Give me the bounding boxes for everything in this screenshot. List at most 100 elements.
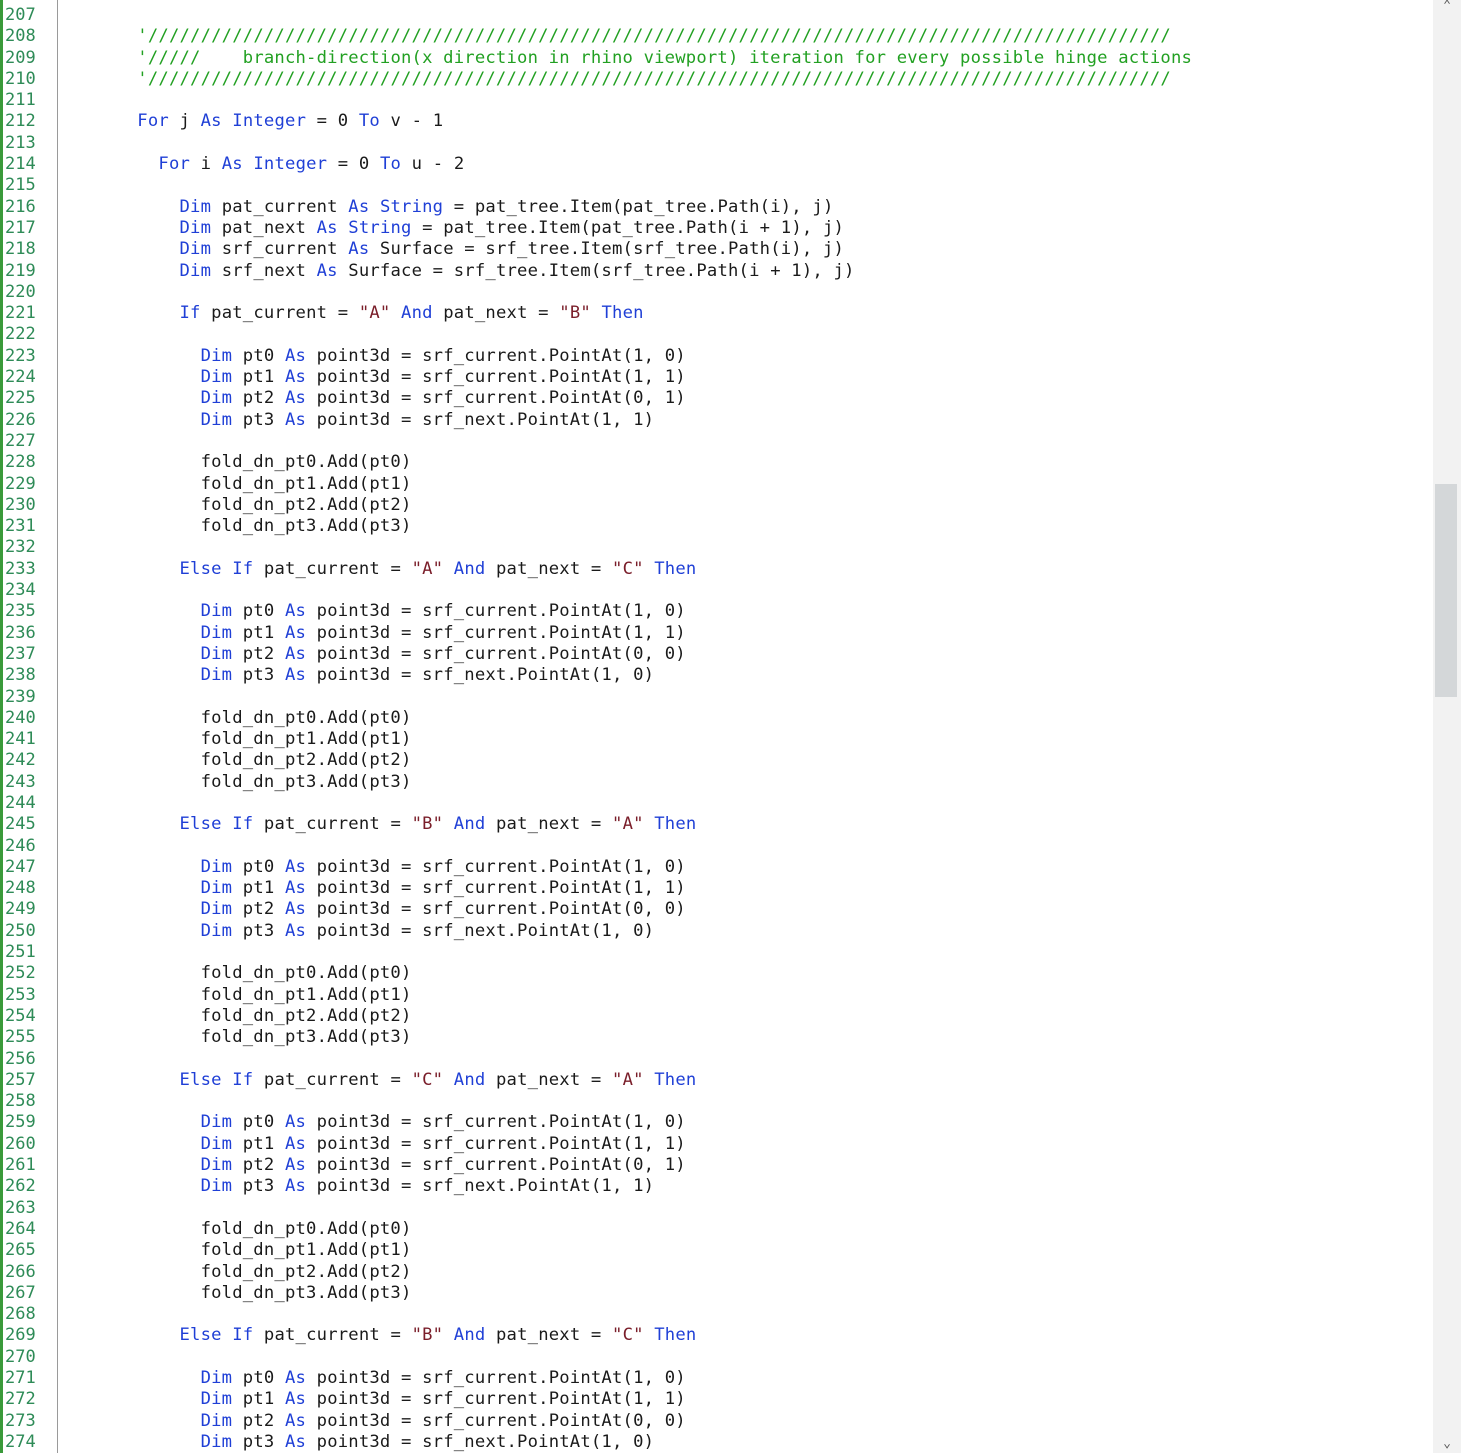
code-text[interactable]: fold_dn_pt3.Add(pt3) [74, 772, 412, 793]
code-text[interactable]: Dim pt2 As point3d = srf_current.PointAt… [74, 899, 686, 920]
code-line[interactable]: 247 Dim pt0 As point3d = srf_current.Poi… [0, 857, 1432, 878]
code-line[interactable]: 272 Dim pt1 As point3d = srf_current.Poi… [0, 1389, 1432, 1410]
code-text[interactable]: For i As Integer = 0 To u - 2 [74, 154, 464, 175]
code-line[interactable]: 241 fold_dn_pt1.Add(pt1) [0, 729, 1432, 750]
code-line[interactable]: 209 '///// branch-direction(x direction … [0, 48, 1432, 69]
code-line[interactable]: 207 [0, 5, 1432, 26]
code-line[interactable]: 261 Dim pt2 As point3d = srf_current.Poi… [0, 1155, 1432, 1176]
code-text[interactable]: Dim pt0 As point3d = srf_current.PointAt… [74, 1112, 686, 1133]
code-line[interactable]: 265 fold_dn_pt1.Add(pt1) [0, 1240, 1432, 1261]
code-text[interactable]: Dim pt2 As point3d = srf_current.PointAt… [74, 1155, 686, 1176]
code-line[interactable]: 236 Dim pt1 As point3d = srf_current.Poi… [0, 623, 1432, 644]
code-line[interactable]: 262 Dim pt3 As point3d = srf_next.PointA… [0, 1176, 1432, 1197]
code-text[interactable]: fold_dn_pt1.Add(pt1) [74, 474, 412, 495]
vertical-scrollbar[interactable]: ⌃ ⌄ [1433, 0, 1461, 1453]
code-line[interactable]: 220 [0, 282, 1432, 303]
code-lines[interactable]: 207 208 '////////////////////////////////… [0, 5, 1432, 1453]
code-text[interactable]: Dim pt0 As point3d = srf_current.PointAt… [74, 601, 686, 622]
code-line[interactable]: 245 Else If pat_current = "B" And pat_ne… [0, 814, 1432, 835]
code-text[interactable]: For j As Integer = 0 To v - 1 [74, 111, 443, 132]
code-line[interactable]: 211 [0, 90, 1432, 111]
code-line[interactable]: 260 Dim pt1 As point3d = srf_current.Poi… [0, 1134, 1432, 1155]
code-text[interactable]: Else If pat_current = "B" And pat_next =… [74, 1325, 696, 1346]
code-line[interactable]: 224 Dim pt1 As point3d = srf_current.Poi… [0, 367, 1432, 388]
code-line[interactable]: 253 fold_dn_pt1.Add(pt1) [0, 985, 1432, 1006]
code-text[interactable]: Dim pt3 As point3d = srf_next.PointAt(1,… [74, 665, 654, 686]
code-line[interactable]: 269 Else If pat_current = "B" And pat_ne… [0, 1325, 1432, 1346]
code-line[interactable]: 219 Dim srf_next As Surface = srf_tree.I… [0, 261, 1432, 282]
code-text[interactable]: Dim pt2 As point3d = srf_current.PointAt… [74, 1411, 686, 1432]
code-line[interactable]: 222 [0, 324, 1432, 345]
code-line[interactable]: 225 Dim pt2 As point3d = srf_current.Poi… [0, 388, 1432, 409]
code-line[interactable]: 258 [0, 1091, 1432, 1112]
code-line[interactable]: 218 Dim srf_current As Surface = srf_tre… [0, 239, 1432, 260]
code-line[interactable]: 254 fold_dn_pt2.Add(pt2) [0, 1006, 1432, 1027]
code-line[interactable]: 233 Else If pat_current = "A" And pat_ne… [0, 559, 1432, 580]
code-text[interactable]: fold_dn_pt0.Add(pt0) [74, 452, 412, 473]
code-text[interactable]: Dim pt1 As point3d = srf_current.PointAt… [74, 367, 686, 388]
code-text[interactable]: fold_dn_pt3.Add(pt3) [74, 1027, 412, 1048]
code-text[interactable]: '///// branch-direction(x direction in r… [74, 48, 1192, 69]
code-line[interactable]: 267 fold_dn_pt3.Add(pt3) [0, 1283, 1432, 1304]
code-line[interactable]: 231 fold_dn_pt3.Add(pt3) [0, 516, 1432, 537]
code-text[interactable]: Dim pt2 As point3d = srf_current.PointAt… [74, 644, 686, 665]
code-line[interactable]: 259 Dim pt0 As point3d = srf_current.Poi… [0, 1112, 1432, 1133]
code-line[interactable]: 274 Dim pt3 As point3d = srf_next.PointA… [0, 1432, 1432, 1453]
code-text[interactable]: fold_dn_pt2.Add(pt2) [74, 495, 412, 516]
code-text[interactable]: fold_dn_pt3.Add(pt3) [74, 1283, 412, 1304]
code-line[interactable]: 266 fold_dn_pt2.Add(pt2) [0, 1262, 1432, 1283]
code-text[interactable]: fold_dn_pt0.Add(pt0) [74, 1219, 412, 1240]
code-text[interactable]: Dim pt0 As point3d = srf_current.PointAt… [74, 857, 686, 878]
code-text[interactable]: Dim pt0 As point3d = srf_current.PointAt… [74, 1368, 686, 1389]
code-line[interactable]: 229 fold_dn_pt1.Add(pt1) [0, 474, 1432, 495]
code-line[interactable]: 243 fold_dn_pt3.Add(pt3) [0, 772, 1432, 793]
code-line[interactable]: 268 [0, 1304, 1432, 1325]
code-line[interactable]: 216 Dim pat_current As String = pat_tree… [0, 197, 1432, 218]
code-line[interactable]: 212 For j As Integer = 0 To v - 1 [0, 111, 1432, 132]
code-line[interactable]: 264 fold_dn_pt0.Add(pt0) [0, 1219, 1432, 1240]
code-line[interactable]: 228 fold_dn_pt0.Add(pt0) [0, 452, 1432, 473]
code-line[interactable]: 273 Dim pt2 As point3d = srf_current.Poi… [0, 1411, 1432, 1432]
code-line[interactable]: 213 [0, 133, 1432, 154]
code-line[interactable]: 230 fold_dn_pt2.Add(pt2) [0, 495, 1432, 516]
code-line[interactable]: 263 [0, 1198, 1432, 1219]
code-line[interactable]: 242 fold_dn_pt2.Add(pt2) [0, 750, 1432, 771]
code-line[interactable]: 234 [0, 580, 1432, 601]
code-text[interactable]: Else If pat_current = "A" And pat_next =… [74, 559, 696, 580]
code-text[interactable]: Dim pat_current As String = pat_tree.Ite… [74, 197, 834, 218]
code-text[interactable]: Dim pt1 As point3d = srf_current.PointAt… [74, 623, 686, 644]
code-text[interactable]: fold_dn_pt2.Add(pt2) [74, 1262, 412, 1283]
code-line[interactable]: 240 fold_dn_pt0.Add(pt0) [0, 708, 1432, 729]
code-line[interactable]: 255 fold_dn_pt3.Add(pt3) [0, 1027, 1432, 1048]
code-text[interactable]: fold_dn_pt0.Add(pt0) [74, 708, 412, 729]
code-editor[interactable]: 207 208 '////////////////////////////////… [0, 0, 1432, 1453]
code-line[interactable]: 232 [0, 537, 1432, 558]
scroll-thumb[interactable] [1435, 483, 1457, 698]
code-text[interactable]: Dim pt3 As point3d = srf_next.PointAt(1,… [74, 410, 654, 431]
code-text[interactable]: fold_dn_pt2.Add(pt2) [74, 750, 412, 771]
code-line[interactable]: 208 '///////////////////////////////////… [0, 26, 1432, 47]
code-text[interactable]: fold_dn_pt1.Add(pt1) [74, 729, 412, 750]
code-text[interactable]: '///////////////////////////////////////… [74, 69, 1171, 90]
code-line[interactable]: 252 fold_dn_pt0.Add(pt0) [0, 963, 1432, 984]
code-text[interactable]: Dim pt3 As point3d = srf_next.PointAt(1,… [74, 1176, 654, 1197]
code-text[interactable]: '///////////////////////////////////////… [74, 26, 1171, 47]
code-line[interactable]: 251 [0, 942, 1432, 963]
code-line[interactable]: 217 Dim pat_next As String = pat_tree.It… [0, 218, 1432, 239]
code-text[interactable]: Dim pt0 As point3d = srf_current.PointAt… [74, 346, 686, 367]
code-text[interactable]: Dim pt1 As point3d = srf_current.PointAt… [74, 1134, 686, 1155]
code-text[interactable]: Dim pt2 As point3d = srf_current.PointAt… [74, 388, 686, 409]
code-line[interactable]: 249 Dim pt2 As point3d = srf_current.Poi… [0, 899, 1432, 920]
code-line[interactable]: 221 If pat_current = "A" And pat_next = … [0, 303, 1432, 324]
code-line[interactable]: 215 [0, 175, 1432, 196]
scroll-down-icon[interactable]: ⌄ [1433, 1437, 1461, 1451]
code-line[interactable]: 271 Dim pt0 As point3d = srf_current.Poi… [0, 1368, 1432, 1389]
code-text[interactable]: fold_dn_pt3.Add(pt3) [74, 516, 412, 537]
code-text[interactable]: Dim pt1 As point3d = srf_current.PointAt… [74, 1389, 686, 1410]
code-line[interactable]: 248 Dim pt1 As point3d = srf_current.Poi… [0, 878, 1432, 899]
code-line[interactable]: 226 Dim pt3 As point3d = srf_next.PointA… [0, 410, 1432, 431]
code-text[interactable]: fold_dn_pt1.Add(pt1) [74, 985, 412, 1006]
code-line[interactable]: 210 '///////////////////////////////////… [0, 69, 1432, 90]
code-line[interactable]: 238 Dim pt3 As point3d = srf_next.PointA… [0, 665, 1432, 686]
code-line[interactable]: 257 Else If pat_current = "C" And pat_ne… [0, 1070, 1432, 1091]
